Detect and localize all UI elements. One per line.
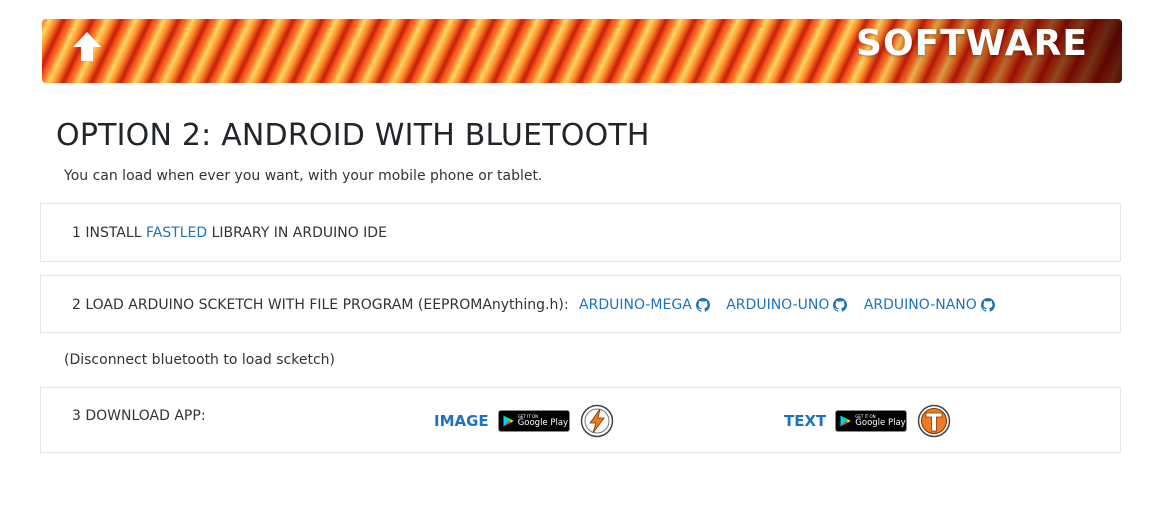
step-2-row: 2 LOAD ARDUINO SCKETCH WITH FILE PROGRAM…: [72, 297, 995, 313]
step-2-card: 2 LOAD ARDUINO SCKETCH WITH FILE PROGRAM…: [40, 275, 1121, 333]
text-app-link[interactable]: TEXT: [784, 412, 826, 430]
image-app-group: IMAGE GET IT ON Google Play: [434, 404, 614, 438]
step-3-text: 3 DOWNLOAD APP:: [72, 408, 206, 424]
lightning-logo-icon[interactable]: [580, 404, 614, 438]
arduino-uno-label: ARDUINO-UNO: [726, 297, 830, 313]
arduino-mega-label: ARDUINO-MEGA: [579, 297, 692, 313]
google-play-text: GET IT ON Google Play: [855, 414, 906, 428]
google-play-big: Google Play: [517, 417, 569, 428]
step-3-card: 3 DOWNLOAD APP: IMAGE GET IT ON Google P…: [40, 387, 1121, 453]
image-app-link[interactable]: IMAGE: [434, 412, 489, 430]
page-subtitle: You can load when ever you want, with yo…: [64, 168, 543, 184]
github-icon: [695, 298, 710, 312]
google-play-badge[interactable]: GET IT ON Google Play: [497, 410, 570, 432]
step-1-card: 1 INSTALL FASTLED LIBRARY IN ARDUINO IDE: [40, 203, 1121, 262]
header-banner: SOFTWARE: [42, 19, 1122, 83]
step-2-text: 2 LOAD ARDUINO SCKETCH WITH FILE PROGRAM…: [72, 297, 569, 313]
google-play-badge[interactable]: GET IT ON Google Play: [835, 410, 908, 432]
t-logo-icon[interactable]: [917, 404, 951, 438]
step-1-suffix: LIBRARY IN ARDUINO IDE: [207, 225, 387, 241]
step-1-text: 1 INSTALL FASTLED LIBRARY IN ARDUINO IDE: [72, 225, 387, 241]
step-1-prefix: 1 INSTALL: [72, 225, 146, 241]
arduino-nano-label: ARDUINO-NANO: [863, 297, 977, 313]
arduino-nano-link[interactable]: ARDUINO-NANO: [864, 297, 995, 313]
google-play-big: Google Play: [855, 417, 906, 428]
arduino-mega-link[interactable]: ARDUINO-MEGA: [579, 297, 710, 313]
text-app-group: TEXT GET IT ON Google Play: [784, 404, 951, 438]
disconnect-note: (Disconnect bluetooth to load scketch): [64, 352, 335, 368]
arduino-uno-link[interactable]: ARDUINO-UNO: [726, 297, 848, 313]
fastled-link[interactable]: FASTLED: [146, 225, 207, 241]
github-icon: [833, 298, 848, 312]
google-play-icon: [503, 415, 514, 427]
google-play-text: GET IT ON Google Play: [517, 414, 569, 428]
page-title: OPTION 2: ANDROID WITH BLUETOOTH: [56, 118, 650, 153]
google-play-icon: [840, 415, 851, 427]
github-icon: [980, 298, 995, 312]
banner-title: SOFTWARE: [856, 23, 1088, 64]
arrow-up-icon[interactable]: [70, 29, 104, 69]
